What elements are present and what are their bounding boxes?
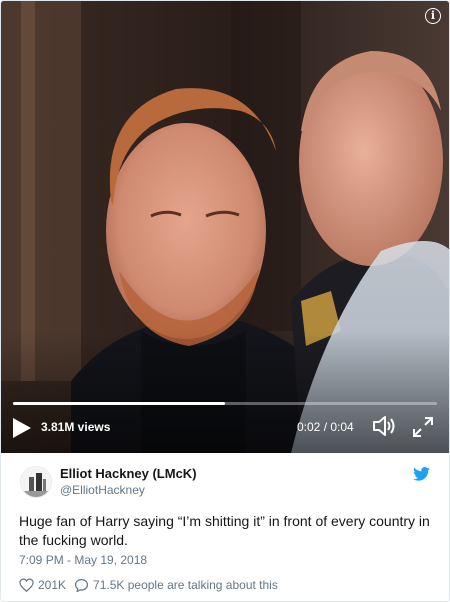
tweet-text: Huge fan of Harry saying “I’m shitting i… [19, 513, 430, 548]
twitter-bird-icon[interactable] [413, 467, 430, 481]
video-frame [1, 1, 449, 453]
user-handle[interactable]: @ElliotHackney [60, 483, 145, 498]
timestamp[interactable]: 7:09 PM - May 19, 2018 [19, 552, 147, 568]
avatar[interactable] [20, 466, 52, 498]
display-name[interactable]: Elliot Hackney (LMcK) [60, 466, 197, 482]
like-count: 201K [38, 578, 67, 592]
video-player[interactable]: i 3.81M views 0:02 / 0:04 [1, 1, 449, 453]
tweet-body: Elliot Hackney (LMcK) @ElliotHackney Hug… [1, 453, 449, 601]
volume-icon[interactable] [370, 413, 396, 439]
like-button[interactable]: 201K [19, 577, 66, 593]
info-icon[interactable]: i [425, 8, 441, 24]
progress-fill [13, 402, 225, 405]
reply-button[interactable]: 71.5K people are talking about this [74, 577, 278, 593]
heart-icon [19, 578, 34, 592]
tweet-actions: 201K 71.5K people are talking about this [19, 577, 278, 593]
speech-bubble-icon [74, 578, 89, 592]
video-controls: 3.81M views 0:02 / 0:04 [1, 397, 449, 453]
play-icon[interactable] [9, 416, 33, 440]
talking-count: 71.5K people are talking about this [93, 578, 278, 592]
progress-bar[interactable] [13, 402, 437, 405]
tweet-card: i 3.81M views 0:02 / 0:04 Elliot Hackney… [0, 0, 450, 602]
fullscreen-icon[interactable] [411, 415, 435, 439]
video-time: 0:02 / 0:04 [297, 420, 354, 434]
view-count: 3.81M views [41, 420, 111, 434]
